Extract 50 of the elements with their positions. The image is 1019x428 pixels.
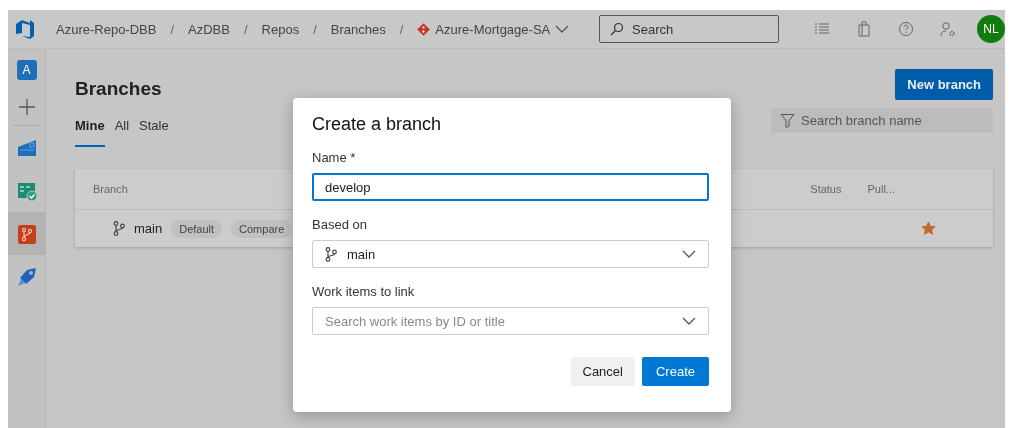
create-button[interactable]: Create [641,357,709,386]
branch-icon [325,246,337,262]
column-header[interactable]: Branch [93,183,128,195]
pipelines-icon [15,265,38,288]
breadcrumb-link[interactable]: Azure-Repo-DBB [56,21,157,37]
search-branch-field[interactable]: Search branch name [771,108,993,133]
cancel-button[interactable]: Cancel [570,357,635,386]
breadcrumb-link[interactable]: AzDBB [188,21,230,37]
column-header[interactable]: Status [810,183,842,195]
branch-tag: Default [171,219,223,238]
chevron-down-icon [682,250,696,258]
field-label: Name * [312,150,357,165]
list-icon[interactable] [814,21,830,37]
star-icon[interactable] [921,221,936,236]
repos-icon [15,222,38,245]
filter-icon [780,113,795,128]
tab[interactable]: Stale [139,112,169,147]
breadcrumb-separator: / [313,21,317,37]
branch-tag: Compare [231,219,293,238]
user-settings-icon[interactable] [940,21,956,37]
branch-dropdown[interactable]: main [312,240,709,268]
git-icon [417,22,431,36]
search-field[interactable]: Search [599,15,779,43]
breadcrumb-separator: / [243,21,248,37]
chevron-down-icon [682,317,696,325]
chevron-down-icon [555,25,570,33]
tab[interactable]: All [114,112,130,147]
help-icon[interactable] [898,21,914,37]
name-input[interactable]: develop [312,173,709,201]
branch-name[interactable]: main [134,221,163,236]
logo-icon[interactable] [14,18,36,40]
branch-icon [113,221,125,236]
new-branch-button[interactable]: New branch [895,69,993,100]
breadcrumb-link[interactable]: Repos [261,21,300,37]
user-avatar[interactable]: NL [977,15,1005,43]
shopping-bag-icon[interactable] [856,21,872,37]
breadcrumb-separator: / [399,21,404,37]
breadcrumb-link[interactable]: Branches [330,21,386,37]
repo-selector[interactable]: Azure-Mortgage-SA [417,21,570,37]
page-title: Branches [75,78,162,100]
tab[interactable]: Mine [75,112,105,147]
search-icon [610,22,624,36]
breadcrumb-separator: / [170,21,175,37]
work-items-dropdown[interactable]: Search work items by ID or title [312,307,709,335]
sidebar-item[interactable] [8,212,45,255]
dialog-title: Create a branch [312,114,443,135]
column-header[interactable]: Pull... [867,183,895,195]
project-avatar[interactable]: A [16,60,37,80]
field-label: Based on [312,217,368,232]
field-label: Work items to link [312,284,416,299]
